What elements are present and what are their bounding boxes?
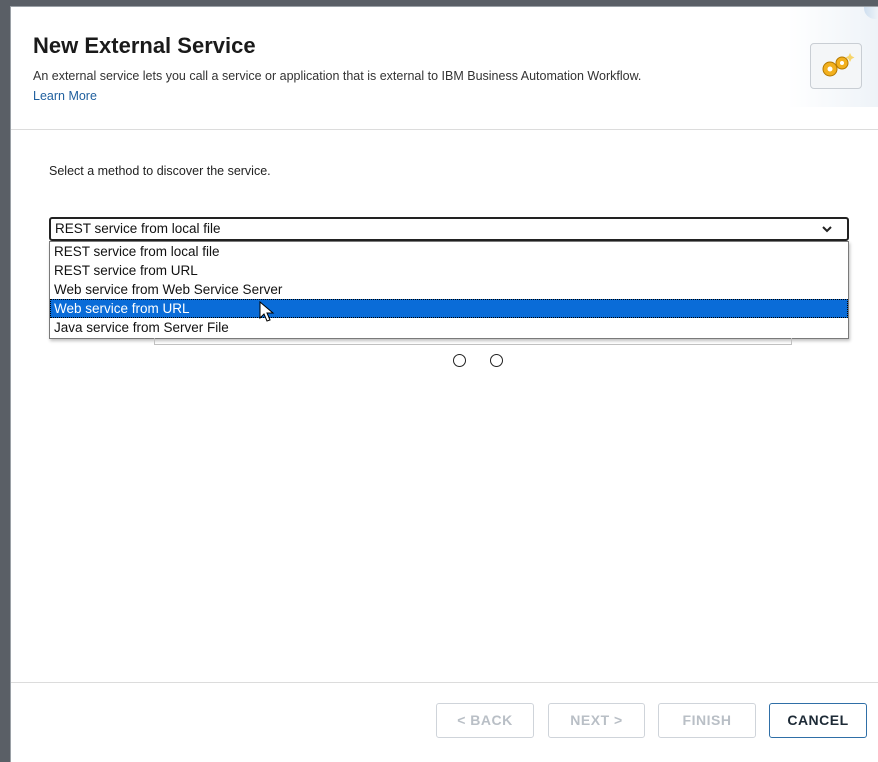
mouse-pointer-icon <box>259 300 275 328</box>
learn-more-link[interactable]: Learn More <box>33 89 97 103</box>
back-button[interactable]: < BACK <box>436 703 534 738</box>
gears-icon <box>810 43 862 89</box>
option-web-service-server[interactable]: Web service from Web Service Server <box>50 280 848 299</box>
dialog-footer: < BACK NEXT > FINISH CANCEL <box>11 682 878 762</box>
discovery-method-options[interactable]: REST service from local file REST servic… <box>49 241 849 339</box>
new-external-service-dialog: New External Service An external service… <box>10 6 878 762</box>
loading-dot <box>453 354 466 367</box>
loading-dot <box>490 354 503 367</box>
option-web-service-url[interactable]: Web service from URL <box>50 299 848 318</box>
hidden-field-edge <box>154 338 792 345</box>
select-value: REST service from local file <box>55 221 221 236</box>
cancel-button[interactable]: CANCEL <box>769 703 867 738</box>
option-rest-local-file[interactable]: REST service from local file <box>50 242 848 261</box>
option-rest-url[interactable]: REST service from URL <box>50 261 848 280</box>
dialog-title: New External Service <box>33 33 256 58</box>
finish-button[interactable]: FINISH <box>658 703 756 738</box>
dialog-header: New External Service An external service… <box>11 7 878 130</box>
option-java-server-file[interactable]: Java service from Server File <box>50 318 848 337</box>
dialog-description: An external service lets you call a serv… <box>33 69 642 83</box>
next-button[interactable]: NEXT > <box>548 703 645 738</box>
discovery-method-select[interactable]: REST service from local file <box>49 217 849 241</box>
discovery-prompt: Select a method to discover the service. <box>49 164 271 178</box>
loading-indicator <box>453 354 503 367</box>
